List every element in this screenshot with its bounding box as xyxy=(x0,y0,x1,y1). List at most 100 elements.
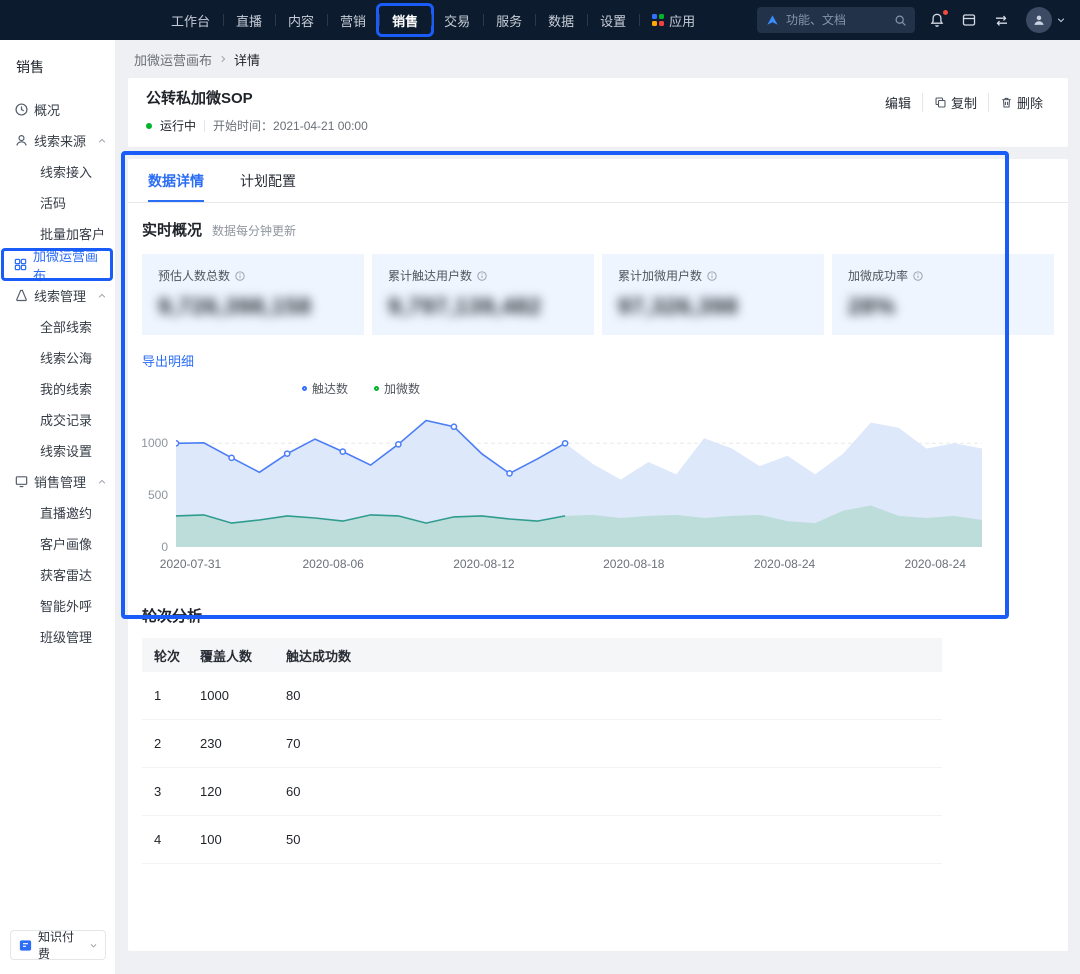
message-square-icon[interactable] xyxy=(961,12,977,28)
person-icon xyxy=(14,133,29,148)
copy-button[interactable]: 复制 xyxy=(921,93,988,112)
x-tick-label: 2020-08-06 xyxy=(302,557,364,571)
topnav-trade[interactable]: 交易 xyxy=(431,0,483,40)
search-icon[interactable] xyxy=(894,14,907,27)
sidebar-item-lead-settings[interactable]: 线索设置 xyxy=(0,435,115,466)
topnav-settings[interactable]: 设置 xyxy=(587,0,639,40)
topnav-label: 数据 xyxy=(548,13,575,29)
x-tick-label: 2020-08-24 xyxy=(904,557,966,571)
sidebar-group-label: 线索管理 xyxy=(34,289,87,304)
notifications-bell-icon[interactable] xyxy=(929,9,949,28)
y-tick-label: 500 xyxy=(147,488,168,503)
top-nav: 工作台 直播 内容 营销 销售 交易 服务 数据 设置 应用 xyxy=(158,0,708,40)
info-icon[interactable] xyxy=(706,270,718,282)
flask-icon xyxy=(14,288,29,303)
sidebar-item-my-leads[interactable]: 我的线索 xyxy=(0,373,115,404)
chevron-up-icon xyxy=(97,291,107,301)
sidebar-item-overview[interactable]: 概况 xyxy=(0,94,115,125)
avatar xyxy=(1026,7,1052,33)
chevron-down-icon xyxy=(1057,18,1065,23)
swap-arrows-icon[interactable] xyxy=(993,13,1010,28)
tab-data-detail[interactable]: 数据详情 xyxy=(148,159,204,202)
legend-label: 加微数 xyxy=(384,382,421,396)
sidebar-item-live-code[interactable]: 活码 xyxy=(0,187,115,218)
rounds-table: 轮次 覆盖人数 触达成功数 1 1000 80 2 230 70 3 120 6… xyxy=(142,638,942,864)
cell-round: 2 xyxy=(154,736,162,751)
topnav-service[interactable]: 服务 xyxy=(483,0,535,40)
sidebar-item-wechat-canvas[interactable]: 加微运营画布 xyxy=(0,248,115,283)
stat-reached-users: 累计触达用户数 9,797,139,482 xyxy=(372,254,594,335)
y-tick-label: 1000 xyxy=(141,436,168,451)
sidebar-item-label: 活码 xyxy=(40,196,67,211)
topnav-apps[interactable]: 应用 xyxy=(639,0,708,40)
info-icon[interactable] xyxy=(476,270,488,282)
divider xyxy=(204,119,206,132)
chart-legend: 触达数 加微数 xyxy=(302,380,1054,397)
sidebar-item-lead-pool[interactable]: 线索公海 xyxy=(0,342,115,373)
info-icon[interactable] xyxy=(234,270,246,282)
topnav-label: 营销 xyxy=(340,13,367,29)
edit-button[interactable]: 编辑 xyxy=(874,93,922,112)
global-search[interactable] xyxy=(757,7,915,33)
sidebar-item-customer-profile[interactable]: 客户画像 xyxy=(0,528,115,559)
start-time: 开始时间：2021-04-21 00:00 xyxy=(213,119,368,133)
topnav-content[interactable]: 内容 xyxy=(275,0,327,40)
sidebar-item-ai-outbound-call[interactable]: 智能外呼 xyxy=(0,590,115,621)
info-icon[interactable] xyxy=(912,270,924,282)
stat-label: 预估人数总数 xyxy=(158,269,231,283)
sidebar-item-label: 概况 xyxy=(34,103,61,118)
account-menu[interactable] xyxy=(1026,7,1066,33)
sidebar: 销售 概况 线索来源 线索接入 活码 批量加客户 加微运营画布 线索管理 全部线… xyxy=(0,40,116,974)
x-tick-label: 2020-07-31 xyxy=(159,557,222,571)
sidebar-group-lead-manage[interactable]: 线索管理 xyxy=(0,280,115,311)
copy-label: 复制 xyxy=(950,96,977,111)
topnav-sales[interactable]: 销售 xyxy=(376,0,435,40)
sidebar-item-class-manage[interactable]: 班级管理 xyxy=(0,621,115,652)
topnav-data[interactable]: 数据 xyxy=(535,0,587,40)
breadcrumb: 加微运营画布 详情 xyxy=(128,40,1068,78)
sidebar-item-live-invite[interactable]: 直播邀约 xyxy=(0,497,115,528)
detail-card: 数据详情 计划配置 实时概况 数据每分钟更新 预估人数总数 9,726,398,… xyxy=(128,159,1068,951)
trash-icon xyxy=(1002,97,1011,108)
cell-covered: 230 xyxy=(200,736,222,751)
topnav-label: 应用 xyxy=(669,13,696,29)
sidebar-item-deal-records[interactable]: 成交记录 xyxy=(0,404,115,435)
sidebar-group-lead-source[interactable]: 线索来源 xyxy=(0,125,115,156)
stat-success-rate: 加微成功率 28% xyxy=(832,254,1054,335)
sidebar-item-label: 线索接入 xyxy=(40,165,93,180)
legend-reach[interactable]: 触达数 xyxy=(302,380,348,397)
tab-plan-config[interactable]: 计划配置 xyxy=(240,159,296,202)
delete-button[interactable]: 删除 xyxy=(987,93,1054,112)
sidebar-item-all-leads[interactable]: 全部线索 xyxy=(0,311,115,342)
area-line-chart xyxy=(176,419,982,547)
sidebar-item-batch-add-customers[interactable]: 批量加客户 xyxy=(0,218,115,249)
knowledge-pay-switcher[interactable]: 知识付费 xyxy=(10,930,106,961)
topnav-workbench[interactable]: 工作台 xyxy=(158,0,223,40)
search-input[interactable] xyxy=(786,13,888,27)
reach-chart: 1000 500 0 2020-07-31 2020-08-06 2020-08-12 2… xyxy=(141,403,1054,591)
cell-reach-success: 60 xyxy=(286,784,301,799)
sidebar-title: 销售 xyxy=(16,59,44,75)
sidebar-item-acquisition-radar[interactable]: 获客雷达 xyxy=(0,559,115,590)
topnav-label: 直播 xyxy=(236,13,263,29)
topnav-label: 内容 xyxy=(288,13,315,29)
chevron-right-icon xyxy=(221,55,226,63)
sop-header-card: 公转私加微SOP 运行中 开始时间：2021-04-21 00:00 编辑 复制… xyxy=(128,78,1068,147)
sidebar-item-label: 获客雷达 xyxy=(40,568,93,583)
sidebar-group-sales-manage[interactable]: 销售管理 xyxy=(0,466,115,497)
tab-label: 数据详情 xyxy=(148,172,204,189)
sidebar-item-label: 线索设置 xyxy=(40,444,93,459)
topnav-live[interactable]: 直播 xyxy=(223,0,275,40)
legend-dot-reach xyxy=(302,386,307,391)
sidebar-item-lead-access[interactable]: 线索接入 xyxy=(0,156,115,187)
export-detail-link[interactable]: 导出明细 xyxy=(142,351,194,370)
legend-wechat-add[interactable]: 加微数 xyxy=(374,380,420,397)
topnav-marketing[interactable]: 营销 xyxy=(327,0,379,40)
detail-tabs: 数据详情 计划配置 xyxy=(128,159,1068,203)
breadcrumb-parent[interactable]: 加微运营画布 xyxy=(134,50,212,69)
sidebar-item-label: 直播邀约 xyxy=(40,506,93,521)
cell-round: 4 xyxy=(154,832,162,847)
topnav-label: 工作台 xyxy=(171,13,211,29)
header-actions: 编辑 复制 删除 xyxy=(874,93,1054,112)
topbar-icons xyxy=(929,7,1066,33)
